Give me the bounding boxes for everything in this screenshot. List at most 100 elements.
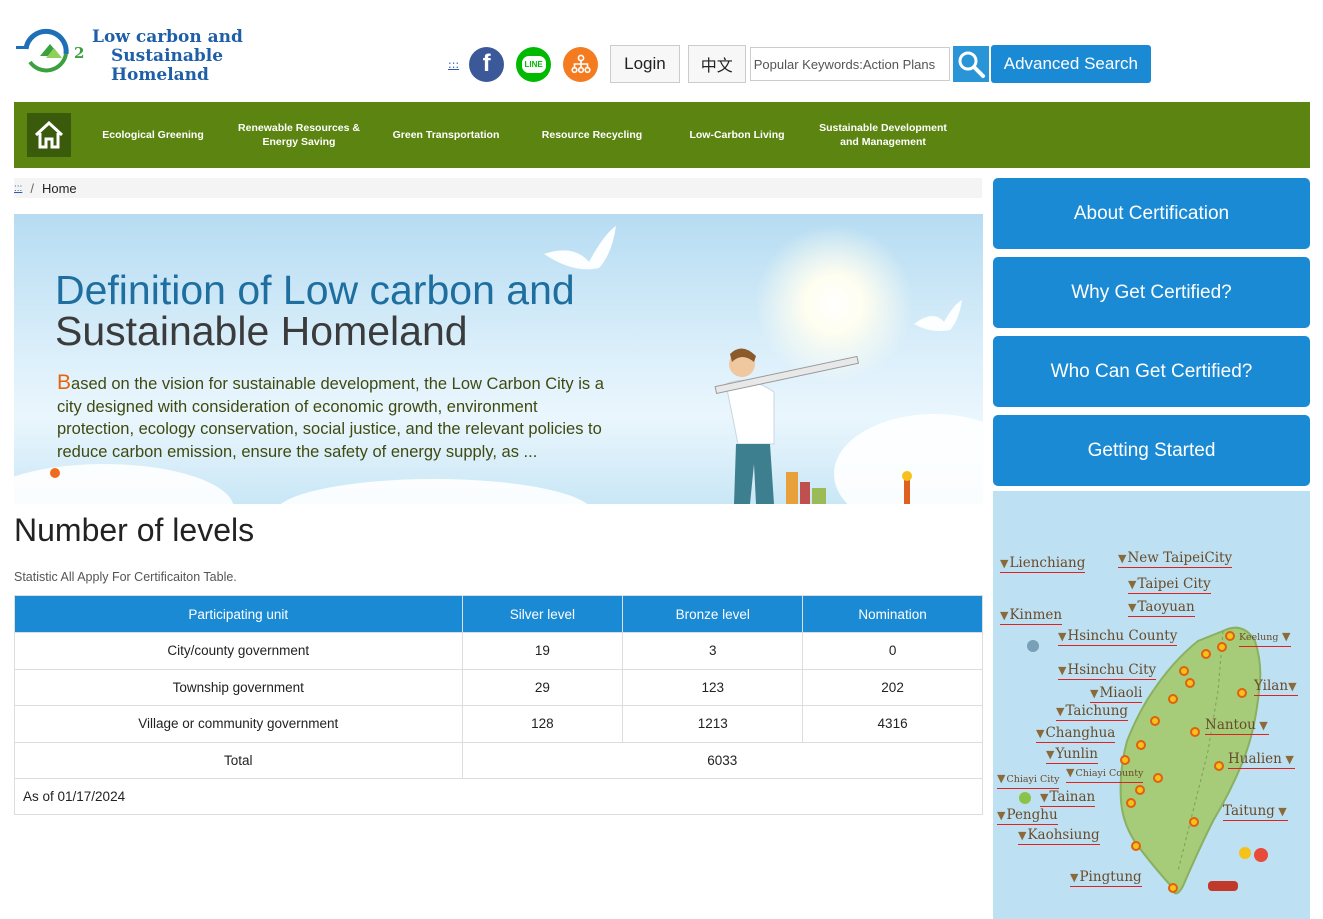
map-label-pingtung[interactable]: ▼Pingtung <box>1070 869 1142 887</box>
header-tools: ::: f LINE Login 中文 Popular Keywords:Act… <box>448 45 1151 83</box>
map-pin[interactable] <box>1153 773 1163 783</box>
map-label-taitung[interactable]: Taitung ▼ <box>1223 803 1288 821</box>
trophy-icon: ▼ <box>1090 687 1099 700</box>
column-header: Silver level <box>461 595 624 633</box>
map-label-kaohsiung[interactable]: ▼Kaohsiung <box>1018 827 1100 845</box>
carousel-dot[interactable] <box>50 468 60 478</box>
trophy-icon: ▼ <box>1018 829 1027 842</box>
main-nav: Ecological Greening Renewable Resources … <box>14 102 1310 168</box>
taiwan-map[interactable]: ▼Lienchiang ▼New TaipeiCity ▼Taipei City… <box>993 491 1310 919</box>
map-label-chiayi-city[interactable]: ▼Chiayi City <box>997 771 1060 789</box>
table-cell: 0 <box>802 632 983 670</box>
breadcrumb-accesskey[interactable]: ::: <box>14 183 22 194</box>
home-button[interactable] <box>27 113 71 157</box>
map-label-kinmen[interactable]: ▼Kinmen <box>1000 607 1063 625</box>
table-cell: 202 <box>802 668 983 706</box>
advanced-search-button[interactable]: Advanced Search <box>990 45 1151 83</box>
map-label-chiayi-county[interactable]: ▼Chiayi County <box>1066 765 1144 783</box>
map-label-new-taipei[interactable]: ▼New TaipeiCity <box>1118 550 1233 568</box>
table-total-row: Total 6033 <box>14 741 983 779</box>
map-pin[interactable] <box>1217 642 1227 652</box>
breadcrumb-home[interactable]: Home <box>42 181 77 196</box>
trophy-icon: ▼ <box>1066 766 1075 779</box>
map-pin[interactable] <box>1120 755 1130 765</box>
trophy-icon: ▼ <box>1288 680 1297 693</box>
about-certification-button[interactable]: About Certification <box>993 178 1310 249</box>
nav-item-sustainable-development[interactable]: Sustainable Development and Management <box>814 102 952 168</box>
map-label-yilan[interactable]: Yilan▼ <box>1254 678 1298 696</box>
map-label-taichung[interactable]: ▼Taichung <box>1056 703 1129 721</box>
table-note-row: As of 01/17/2024 <box>14 778 983 815</box>
sitemap-icon[interactable] <box>563 46 599 82</box>
map-label-taipei[interactable]: ▼Taipei City <box>1128 576 1211 594</box>
map-pin[interactable] <box>1201 649 1211 659</box>
map-label-hsinchu-county[interactable]: ▼Hsinchu County <box>1058 628 1178 646</box>
map-pin[interactable] <box>1214 761 1224 771</box>
map-label-taoyuan[interactable]: ▼Taoyuan <box>1128 599 1195 617</box>
nav-item-ecological-greening[interactable]: Ecological Greening <box>94 102 212 168</box>
map-label-keelung[interactable]: Keelung ▼ <box>1239 629 1292 647</box>
map-label-nantou[interactable]: Nantou ▼ <box>1205 717 1269 735</box>
table-cell: 1213 <box>622 705 804 743</box>
total-value: 6033 <box>461 741 983 779</box>
map-pin[interactable] <box>1136 740 1146 750</box>
map-pin[interactable] <box>1135 785 1145 795</box>
search-button[interactable] <box>952 46 989 82</box>
nav-item-green-transportation[interactable]: Green Transportation <box>384 102 508 168</box>
getting-started-button[interactable]: Getting Started <box>993 415 1310 486</box>
table-row: Village or community government 128 1213… <box>14 705 983 743</box>
table-cell: Township government <box>14 668 463 706</box>
map-pin[interactable] <box>1126 798 1136 808</box>
map-label-miaoli[interactable]: ▼Miaoli <box>1090 685 1143 703</box>
line-glyph: LINE <box>521 55 546 73</box>
logo-line1: Low carbon and <box>92 27 243 47</box>
map-label-changhua[interactable]: ▼Changhua <box>1036 725 1116 743</box>
map-pin[interactable] <box>1190 727 1200 737</box>
language-button[interactable]: 中文 <box>687 45 746 83</box>
map-label-yunlin[interactable]: ▼Yunlin <box>1046 746 1098 764</box>
map-pin[interactable] <box>1179 666 1189 676</box>
facebook-icon[interactable]: f <box>469 46 505 82</box>
map-pin[interactable] <box>1189 817 1199 827</box>
logo-mark-icon: 2 <box>16 28 84 73</box>
map-pin[interactable] <box>1237 688 1247 698</box>
table-cell: 123 <box>622 668 804 706</box>
breadcrumb-separator: / <box>30 180 34 196</box>
trophy-icon: ▼ <box>1278 630 1291 643</box>
map-label-penghu[interactable]: ▼Penghu <box>997 807 1058 825</box>
map-label-lienchiang[interactable]: ▼Lienchiang <box>1000 555 1086 573</box>
trophy-icon: ▼ <box>1070 871 1079 884</box>
nav-item-resource-recycling[interactable]: Resource Recycling <box>530 102 654 168</box>
column-header: Participating unit <box>14 595 463 633</box>
table-cell: 19 <box>461 632 624 670</box>
trophy-icon: ▼ <box>997 772 1006 785</box>
map-pin[interactable] <box>1131 841 1141 851</box>
map-pin[interactable] <box>1168 883 1178 893</box>
why-get-certified-button[interactable]: Why Get Certified? <box>993 257 1310 328</box>
map-label-hsinchu-city[interactable]: ▼Hsinchu City <box>1058 662 1157 680</box>
nav-item-low-carbon-living[interactable]: Low-Carbon Living <box>676 102 798 168</box>
map-label-hualien[interactable]: Hualien ▼ <box>1228 751 1295 769</box>
nav-item-renewable-resources[interactable]: Renewable Resources & Energy Saving <box>236 102 362 168</box>
table-row: City/county government 19 3 0 <box>14 632 983 670</box>
map-pin[interactable] <box>1150 716 1160 726</box>
map-pin[interactable] <box>1225 631 1235 641</box>
map-label-tainan[interactable]: ▼Tainan <box>1040 789 1096 807</box>
hero-banner[interactable]: Definition of Low carbon and Sustainable… <box>14 214 983 504</box>
login-button[interactable]: Login <box>610 45 680 83</box>
trophy-icon: ▼ <box>1000 609 1009 622</box>
home-icon <box>34 121 64 149</box>
logo-text: Low carbon and Sustainable Homeland <box>92 28 316 85</box>
who-can-get-certified-button[interactable]: Who Can Get Certified? <box>993 336 1310 407</box>
table-header-row: Participating unit Silver level Bronze l… <box>14 595 983 633</box>
levels-title: Number of levels <box>14 512 255 548</box>
line-icon[interactable]: LINE <box>516 46 552 82</box>
accesskey-link[interactable]: ::: <box>448 58 459 71</box>
site-logo[interactable]: 2 Low carbon and Sustainable Homeland <box>16 22 316 85</box>
map-pin[interactable] <box>1168 694 1178 704</box>
banner-title: Definition of Low carbon and Sustainable… <box>55 270 575 352</box>
table-cell: City/county government <box>14 632 463 670</box>
search-input[interactable]: Popular Keywords:Action Plans <box>749 47 950 81</box>
map-pin[interactable] <box>1185 678 1195 688</box>
trophy-icon: ▼ <box>1281 753 1294 766</box>
